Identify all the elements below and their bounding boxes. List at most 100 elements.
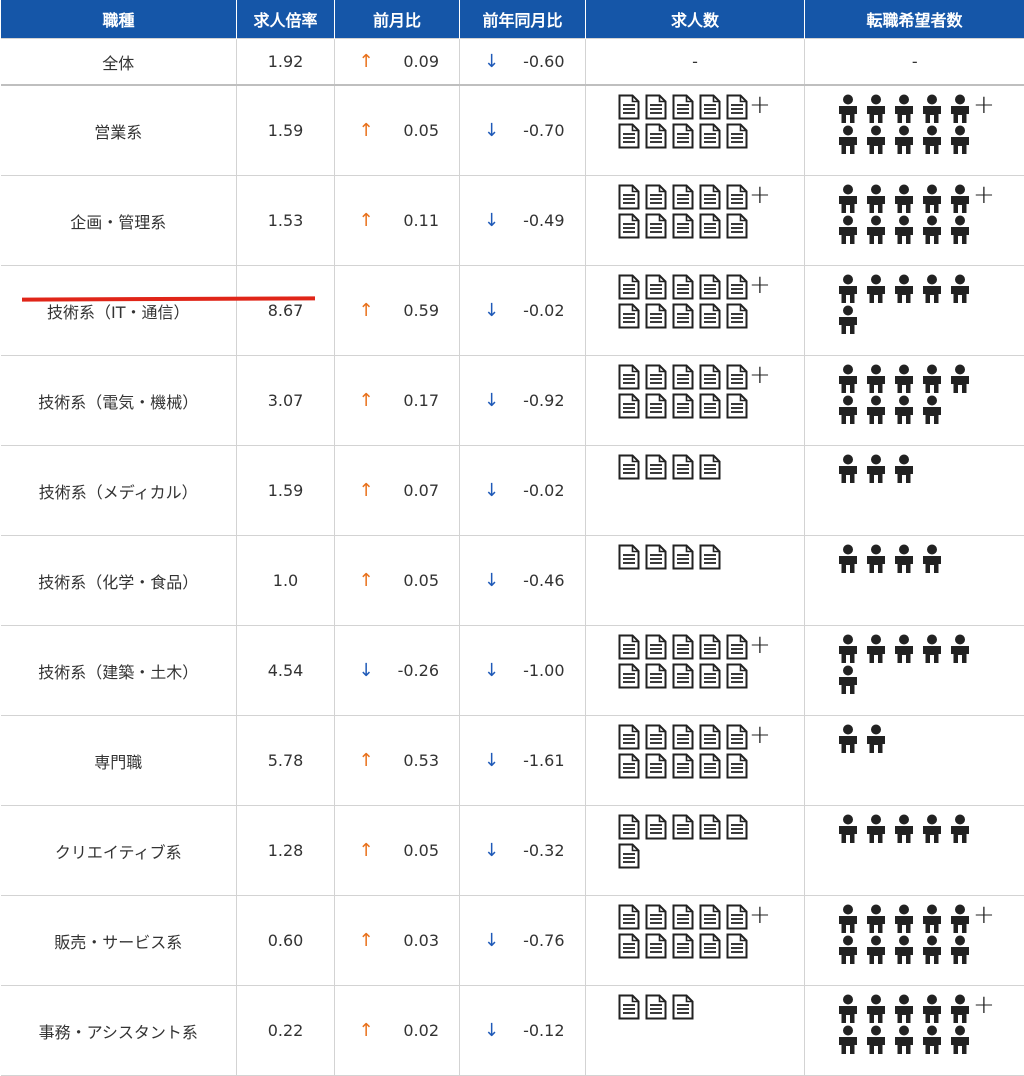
plus-icon: + [749, 634, 771, 656]
yoy-cell: ↓-0.02 [460, 266, 586, 356]
mom-cell: ↑0.05 [335, 536, 460, 626]
document-icon [618, 123, 640, 149]
document-icon [699, 724, 721, 750]
applicants-cell [805, 446, 1024, 536]
table-row: 販売・サービス系0.60↑0.03↓-0.76++ [1, 896, 1024, 986]
document-icon [699, 634, 721, 660]
person-icon [837, 994, 859, 1024]
person-icon [865, 215, 887, 245]
mom-cell: ↑0.05 [335, 85, 460, 176]
ratio-cell: 0.22 [237, 986, 335, 1076]
mom-value: 0.05 [377, 571, 439, 590]
person-icon [865, 125, 887, 155]
document-icon [618, 364, 640, 390]
document-icon [699, 274, 721, 300]
arrow-up-icon: ↑ [355, 1020, 377, 1041]
applicants-cell [805, 356, 1024, 446]
document-icon [726, 814, 748, 840]
person-icon [949, 814, 971, 844]
person-icon [921, 94, 943, 124]
person-icon [837, 634, 859, 664]
document-icon [672, 454, 694, 480]
person-icon [949, 904, 971, 934]
openings-cell: - [586, 39, 805, 86]
document-icon [672, 393, 694, 419]
openings-icons: + [618, 184, 778, 242]
document-icon [672, 753, 694, 779]
job-type-label: クリエイティブ系 [55, 843, 182, 862]
job-type-cell: 技術系（電気・機械） [1, 356, 237, 446]
job-type-cell: 技術系（IT・通信） [1, 266, 237, 356]
yoy-cell: ↓-0.92 [460, 356, 586, 446]
document-icon [672, 904, 694, 930]
document-icon [672, 364, 694, 390]
person-icon [837, 395, 859, 425]
document-icon [618, 753, 640, 779]
person-icon [893, 395, 915, 425]
yoy-value: -0.02 [503, 301, 565, 320]
header-mom: 前月比 [335, 0, 460, 39]
person-icon [949, 184, 971, 214]
person-icon [865, 994, 887, 1024]
ratio-cell: 1.28 [237, 806, 335, 896]
arrow-up-icon: ↑ [355, 300, 377, 321]
mom-value: 0.05 [377, 121, 439, 140]
person-icon [921, 274, 943, 304]
empty-dash: - [692, 52, 698, 71]
document-icon [726, 364, 748, 390]
document-icon [726, 94, 748, 120]
header-job-type: 職種 [1, 0, 237, 39]
plus-icon: + [973, 94, 995, 116]
applicants-cell: + [805, 85, 1024, 176]
person-icon [921, 814, 943, 844]
document-icon [672, 634, 694, 660]
document-icon [726, 303, 748, 329]
plus-icon: + [973, 994, 995, 1016]
openings-icons: + [618, 94, 778, 152]
person-icon [865, 1025, 887, 1055]
document-icon [645, 303, 667, 329]
plus-icon: + [973, 184, 995, 206]
applicants-cell: + [805, 176, 1024, 266]
applicants-icons: + [837, 994, 997, 1056]
person-icon [865, 544, 887, 574]
document-icon [726, 753, 748, 779]
arrow-down-icon: ↓ [481, 51, 503, 72]
document-icon [618, 94, 640, 120]
person-icon [865, 94, 887, 124]
person-icon [949, 215, 971, 245]
yoy-value: -0.70 [503, 121, 565, 140]
arrow-up-icon: ↑ [355, 570, 377, 591]
applicants-cell [805, 806, 1024, 896]
arrow-down-icon: ↓ [355, 660, 377, 681]
document-icon [699, 663, 721, 689]
person-icon [893, 904, 915, 934]
arrow-up-icon: ↑ [355, 120, 377, 141]
document-icon [699, 364, 721, 390]
document-icon [726, 184, 748, 210]
document-icon [672, 213, 694, 239]
person-icon [893, 364, 915, 394]
applicants-icons [837, 814, 997, 845]
person-icon [893, 1025, 915, 1055]
plus-icon: + [749, 364, 771, 386]
openings-cell: + [586, 896, 805, 986]
openings-cell: + [586, 626, 805, 716]
document-icon [618, 393, 640, 419]
document-icon [672, 544, 694, 570]
yoy-cell: ↓-0.76 [460, 896, 586, 986]
table-row: クリエイティブ系1.28↑0.05↓-0.32 [1, 806, 1024, 896]
document-icon [726, 274, 748, 300]
mom-value: 0.02 [377, 1021, 439, 1040]
table-row: 技術系（建築・土木）4.54↓-0.26↓-1.00+ [1, 626, 1024, 716]
person-icon [921, 544, 943, 574]
document-icon [645, 213, 667, 239]
person-icon [837, 1025, 859, 1055]
mom-cell: ↑0.53 [335, 716, 460, 806]
person-icon [837, 215, 859, 245]
person-icon [949, 274, 971, 304]
yoy-cell: ↓-0.60 [460, 39, 586, 86]
person-icon [865, 364, 887, 394]
document-icon [699, 814, 721, 840]
applicants-cell: + [805, 896, 1024, 986]
